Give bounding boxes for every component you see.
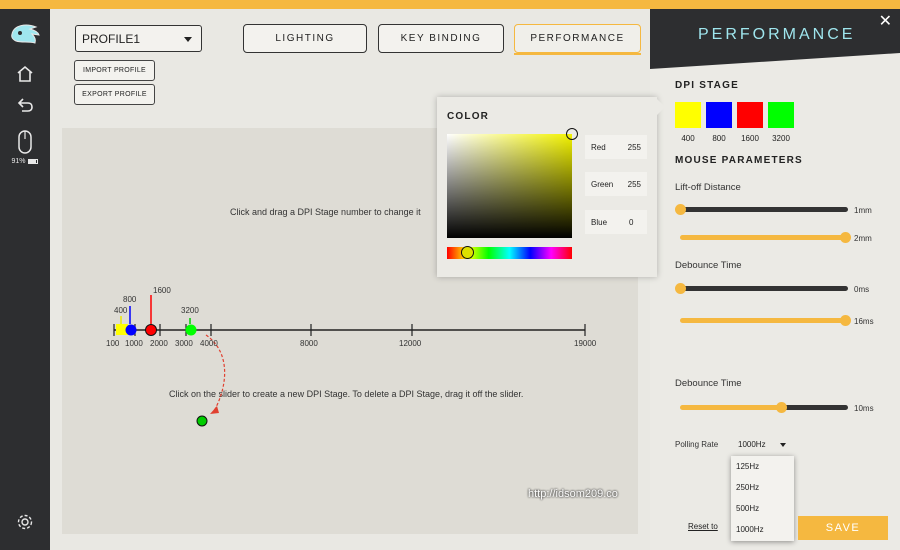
- polling-rate-value: 1000Hz: [738, 440, 766, 449]
- chevron-down-icon: [184, 37, 192, 42]
- color-title: COLOR: [447, 111, 490, 122]
- battery-icon: [28, 158, 39, 164]
- stage-label-3200: 3200: [181, 306, 199, 315]
- dpi-swatch-3200[interactable]: [768, 102, 794, 128]
- stage-label-1600: 1600: [153, 286, 171, 295]
- hue-knob[interactable]: [461, 246, 474, 259]
- stage-label-400: 400: [114, 306, 128, 315]
- axis-label-4000: 4000: [200, 339, 218, 348]
- green-label: Green: [591, 180, 614, 189]
- red-value: 255: [627, 143, 641, 152]
- green-field[interactable]: Green 255: [585, 172, 647, 196]
- active-tab-indicator: [514, 53, 641, 55]
- popup-pointer: [657, 99, 665, 115]
- blue-label: Blue: [591, 218, 608, 227]
- liftoff-slider-1[interactable]: [675, 204, 848, 215]
- axis-label-2000: 2000: [150, 339, 168, 348]
- debounce-value-1: 0ms: [854, 285, 870, 294]
- blue-value: 0: [629, 218, 634, 227]
- slider-knob[interactable]: [840, 232, 851, 243]
- watermark-text: http://idsom209.co: [528, 488, 618, 500]
- home-icon[interactable]: [0, 64, 50, 89]
- axis-label-12000: 12000: [399, 339, 422, 348]
- red-field[interactable]: Red 255: [585, 135, 647, 159]
- export-profile-button[interactable]: EXPORT PROFILE: [74, 84, 155, 105]
- axis-label-19000: 19000: [574, 339, 597, 348]
- green-value: 255: [627, 180, 641, 189]
- axis-label-3000: 3000: [175, 339, 193, 348]
- axis-label-8000: 8000: [300, 339, 318, 348]
- liftoff-label: Lift-off Distance: [675, 182, 741, 193]
- axis-label-100: 100: [106, 339, 120, 348]
- blue-field[interactable]: Blue 0: [585, 210, 647, 234]
- battery-status: 91%: [0, 158, 50, 165]
- polling-rate-dropdown: 125Hz 250Hz 500Hz 1000Hz: [731, 456, 794, 541]
- stage-handle-3200: [185, 324, 197, 336]
- profile-select-value: PROFILE1: [82, 32, 141, 46]
- settings-gear-icon[interactable]: [0, 513, 50, 536]
- dpi-swatch-label-400: 400: [681, 134, 695, 143]
- dpi-swatch-800[interactable]: [706, 102, 732, 128]
- arrow-head: [210, 406, 219, 414]
- debounce-slider-2[interactable]: [680, 315, 851, 326]
- left-sidebar: 91%: [0, 9, 50, 550]
- polling-option-500[interactable]: 500Hz: [731, 498, 794, 519]
- dpi-swatch-label-3200: 3200: [772, 134, 790, 143]
- stage-handle-800: [125, 324, 137, 336]
- reset-link[interactable]: Reset to: [688, 522, 718, 531]
- slider-knob[interactable]: [776, 402, 787, 413]
- back-icon[interactable]: [0, 95, 50, 120]
- tab-key-binding[interactable]: KEY BINDING: [378, 24, 504, 53]
- stage-handle-1600: [145, 324, 157, 336]
- color-picker-popup: COLOR Red 255 Green 255 Blue 0: [437, 97, 665, 277]
- dpi-swatch-400[interactable]: [675, 102, 701, 128]
- debounce-slider-3[interactable]: [680, 402, 848, 413]
- mouse-parameters-title: MOUSE PARAMETERS: [675, 155, 803, 166]
- red-label: Red: [591, 143, 606, 152]
- panel-title: PERFORMANCE: [698, 26, 856, 43]
- polling-option-250[interactable]: 250Hz: [731, 477, 794, 498]
- polling-rate-label: Polling Rate: [675, 440, 719, 449]
- profile-select[interactable]: PROFILE1: [75, 25, 202, 52]
- close-icon[interactable]: ✕: [879, 11, 892, 31]
- tab-performance[interactable]: PERFORMANCE: [514, 24, 641, 53]
- slider-knob[interactable]: [675, 283, 686, 294]
- slider-knob[interactable]: [840, 315, 851, 326]
- chevron-down-icon: [779, 442, 786, 447]
- removed-stage-dot: [196, 415, 208, 427]
- top-accent-bar: [0, 0, 900, 9]
- dpi-stage-title: DPI STAGE: [675, 80, 739, 91]
- polling-rate-select[interactable]: 1000Hz: [738, 440, 786, 449]
- hue-slider[interactable]: [447, 246, 572, 259]
- axis-label-1000: 1000: [125, 339, 143, 348]
- dpi-swatch-label-1600: 1600: [741, 134, 759, 143]
- brand-logo-icon: [0, 21, 50, 52]
- debounce-label: Debounce Time: [675, 260, 742, 271]
- battery-percent: 91%: [11, 158, 26, 165]
- dpi-swatch-label-800: 800: [712, 134, 726, 143]
- tab-lighting[interactable]: LIGHTING: [243, 24, 367, 53]
- debounce-value-2: 16ms: [854, 317, 874, 326]
- import-profile-button[interactable]: IMPORT PROFILE: [74, 60, 155, 81]
- polling-option-1000[interactable]: 1000Hz: [731, 519, 794, 540]
- debounce-value-3: 10ms: [854, 404, 874, 413]
- slider-knob[interactable]: [675, 204, 686, 215]
- liftoff-slider-2[interactable]: [680, 232, 851, 243]
- debounce-label-2: Debounce Time: [675, 378, 742, 389]
- debounce-slider-1[interactable]: [675, 283, 848, 294]
- stage-label-800: 800: [123, 295, 137, 304]
- liftoff-value-2: 2mm: [854, 234, 872, 243]
- color-cursor[interactable]: [566, 128, 578, 140]
- liftoff-value-1: 1mm: [854, 206, 872, 215]
- dpi-swatch-1600[interactable]: [737, 102, 763, 128]
- saturation-value-field[interactable]: [447, 128, 578, 238]
- main-content: PROFILE1 IMPORT PROFILE EXPORT PROFILE L…: [50, 9, 650, 550]
- save-button[interactable]: SAVE: [798, 516, 888, 540]
- polling-option-125[interactable]: 125Hz: [731, 456, 794, 477]
